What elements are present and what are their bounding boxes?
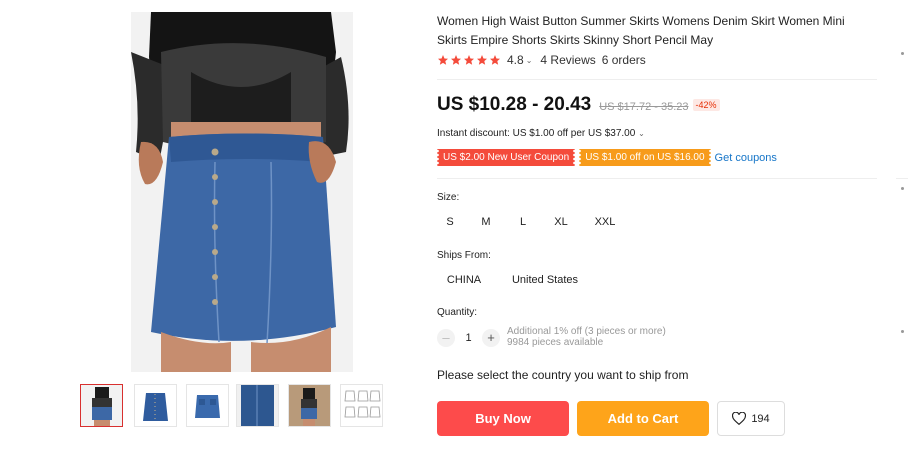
ship-option-china[interactable]: CHINA xyxy=(441,266,487,294)
main-product-image[interactable] xyxy=(131,12,353,372)
thumb-model-front[interactable] xyxy=(80,384,123,427)
price-row: US $10.28 - 20.43 US $17.72 - 35.23 -42% xyxy=(437,94,720,116)
quantity-info: Additional 1% off (3 pieces or more) 998… xyxy=(507,326,666,348)
wishlist-button[interactable]: 194 xyxy=(717,401,785,436)
thumbnail-strip xyxy=(80,384,390,428)
wishlist-count: 194 xyxy=(751,412,770,425)
get-coupons-link[interactable]: Get coupons xyxy=(715,152,777,164)
coupon-row: US $2.00 New User Coupon US $1.00 off on… xyxy=(435,149,777,166)
heart-icon xyxy=(732,412,747,425)
bulk-discount-note: Additional 1% off (3 pieces or more) xyxy=(507,326,666,337)
size-label: Size: xyxy=(437,192,460,203)
rating-row: 4.8 ⌄ 4 Reviews 6 orders xyxy=(437,52,646,68)
reviews-link[interactable]: 4 Reviews xyxy=(540,53,595,67)
product-title: Women High Waist Button Summer Skirts Wo… xyxy=(437,14,845,47)
original-price: US $17.72 - 35.23 xyxy=(599,101,689,113)
store-coupon[interactable]: US $1.00 off on US $16.00 xyxy=(578,149,712,166)
panel-marker xyxy=(901,187,904,190)
ship-country-prompt: Please select the country you want to sh… xyxy=(437,368,689,382)
current-price: US $10.28 - 20.43 xyxy=(437,94,592,115)
orders-count: 6 orders xyxy=(601,53,646,67)
thumb-skirt-front[interactable] xyxy=(134,384,177,427)
quantity-decrease-button[interactable]: – xyxy=(437,329,455,347)
new-user-coupon[interactable]: US $2.00 New User Coupon xyxy=(435,149,577,166)
thumb-skirt-back[interactable] xyxy=(186,384,229,427)
divider xyxy=(437,178,877,179)
chevron-down-icon: ⌄ xyxy=(638,129,645,138)
divider xyxy=(896,178,908,179)
size-option-m[interactable]: M xyxy=(473,208,499,236)
panel-marker xyxy=(901,52,904,55)
thumb-model-side[interactable] xyxy=(288,384,331,427)
ships-from-label: Ships From: xyxy=(437,250,491,261)
quantity-value[interactable]: 1 xyxy=(455,332,482,344)
star-icon xyxy=(490,55,500,65)
ship-option-united-states[interactable]: United States xyxy=(507,266,583,294)
size-option-l[interactable]: L xyxy=(510,208,536,236)
rating-value: 4.8 xyxy=(507,53,524,67)
chevron-down-icon[interactable]: ⌄ xyxy=(526,56,533,65)
size-option-xxl[interactable]: XXL xyxy=(589,208,621,236)
thumb-size-chart[interactable] xyxy=(340,384,383,427)
size-option-xl[interactable]: XL xyxy=(547,208,575,236)
star-icon xyxy=(464,55,474,65)
star-icon xyxy=(438,55,448,65)
divider xyxy=(437,79,877,80)
discount-badge: -42% xyxy=(692,99,720,111)
stock-available: 9984 pieces available xyxy=(507,337,604,348)
quantity-increase-button[interactable]: + xyxy=(482,329,500,347)
add-to-cart-button[interactable]: Add to Cart xyxy=(577,401,709,436)
star-icon xyxy=(451,55,461,65)
side-panel-edge xyxy=(896,0,908,461)
instant-discount-text: Instant discount: US $1.00 off per US $3… xyxy=(437,128,636,139)
buy-now-button[interactable]: Buy Now xyxy=(437,401,569,436)
quantity-label: Quantity: xyxy=(437,307,478,318)
instant-discount[interactable]: Instant discount: US $1.00 off per US $3… xyxy=(437,128,645,139)
panel-marker xyxy=(901,330,904,333)
size-option-s[interactable]: S xyxy=(437,208,463,236)
thumb-skirt-closeup[interactable] xyxy=(236,384,279,427)
star-rating[interactable] xyxy=(437,54,501,66)
star-icon xyxy=(477,55,487,65)
quantity-stepper: – 1 + xyxy=(437,328,500,348)
